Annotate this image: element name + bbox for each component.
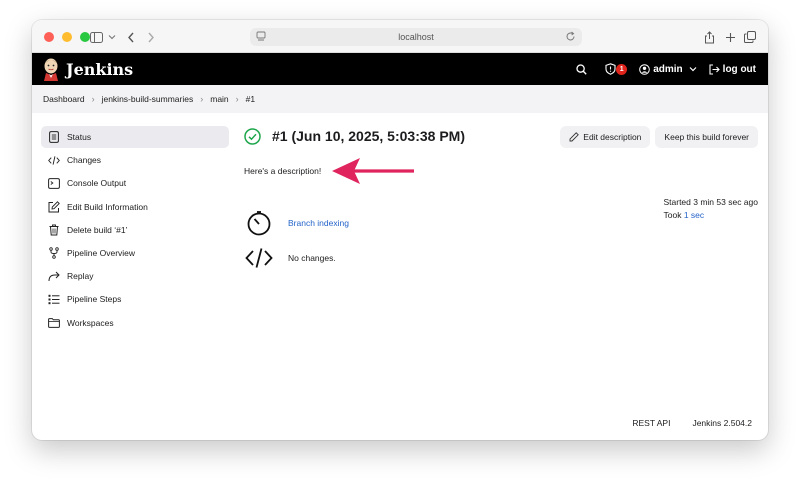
- build-title-row: #1 (Jun 10, 2025, 5:03:38 PM) Edit descr…: [244, 126, 758, 148]
- brand-name: Jenkins: [66, 59, 134, 79]
- jenkins-logo-link[interactable]: Jenkins: [42, 57, 133, 81]
- jenkins-version-link[interactable]: Jenkins 2.504.2: [692, 418, 752, 428]
- sidebar-item-status[interactable]: Status: [41, 126, 229, 148]
- started-text: Started 3 min 53 sec ago: [663, 197, 758, 207]
- new-tab-icon[interactable]: [722, 29, 738, 45]
- address-bar[interactable]: localhost: [250, 28, 582, 46]
- tabs-overview-icon[interactable]: [742, 29, 758, 45]
- chevron-right-icon: ›: [235, 94, 239, 104]
- footer: REST API Jenkins 2.504.2: [632, 418, 752, 428]
- trash-icon: [48, 224, 60, 236]
- duration-text: Took 1 sec: [663, 209, 758, 222]
- branch-indexing-link[interactable]: Branch indexing: [288, 218, 349, 228]
- logout-icon: [709, 63, 720, 75]
- list-icon: [48, 293, 60, 305]
- sidebar-item-workspaces[interactable]: Workspaces: [41, 312, 229, 334]
- shield-icon: [605, 63, 616, 75]
- timer-icon: [244, 210, 274, 236]
- sidebar-item-label: Changes: [67, 155, 102, 166]
- sidebar-item-label: Pipeline Overview: [67, 247, 136, 258]
- logout-label: log out: [722, 63, 756, 75]
- sidebar-toggle-icon[interactable]: [88, 29, 104, 45]
- pencil-icon: [569, 132, 580, 142]
- share-icon[interactable]: [701, 29, 717, 45]
- user-menu[interactable]: admin: [639, 63, 697, 75]
- annotation-arrow-icon: [332, 158, 414, 184]
- edit-icon: [48, 200, 60, 213]
- sidebar-item-console-output[interactable]: Console Output: [41, 172, 229, 194]
- keep-build-forever-label: Keep this build forever: [664, 132, 749, 142]
- logout-link[interactable]: log out: [709, 64, 756, 75]
- security-monitor-button[interactable]: 1: [605, 63, 628, 75]
- sidebar-item-delete-build[interactable]: Delete build ‘#1’: [41, 219, 229, 241]
- breadcrumb-branch[interactable]: main: [210, 94, 228, 104]
- page-icon: [256, 31, 266, 44]
- no-changes-text: No changes.: [288, 253, 336, 263]
- branch-icon: [48, 247, 60, 259]
- jenkins-butler-icon: [44, 58, 58, 81]
- sidebar-item-label: Pipeline Steps: [67, 294, 122, 305]
- build-cause-row: Branch indexing: [244, 210, 349, 236]
- chevron-down-icon[interactable]: [104, 29, 120, 45]
- sidebar-item-edit-build-information[interactable]: Edit Build Information: [41, 196, 229, 218]
- took-label: Took: [663, 210, 682, 220]
- user-icon: [639, 63, 651, 75]
- breadcrumb-job[interactable]: jenkins-build-summaries: [102, 94, 194, 104]
- reload-icon[interactable]: [565, 31, 576, 44]
- chevron-right-icon: ›: [200, 94, 204, 104]
- rest-api-link[interactable]: REST API: [632, 418, 670, 428]
- folder-icon: [48, 317, 60, 329]
- sidebar-item-label: Console Output: [67, 178, 127, 189]
- sidebar-item-label: Status: [67, 132, 92, 142]
- browser-window: localhost Jenkins 1 admin log out Dashbo…: [32, 20, 768, 440]
- success-check-icon: [244, 128, 261, 150]
- chevron-right-icon: ›: [91, 94, 95, 104]
- window-controls: [44, 32, 90, 42]
- keep-build-forever-button[interactable]: Keep this build forever: [655, 126, 758, 148]
- security-count-badge: 1: [616, 63, 628, 75]
- sidebar-item-label: Replay: [67, 271, 94, 282]
- breadcrumb: Dashboard › jenkins-build-summaries › ma…: [32, 85, 768, 113]
- code-icon: [48, 154, 60, 166]
- edit-description-label: Edit description: [583, 132, 642, 142]
- main-content: #1 (Jun 10, 2025, 5:03:38 PM) Edit descr…: [244, 126, 758, 268]
- breadcrumb-dashboard[interactable]: Dashboard: [43, 94, 85, 104]
- build-timing: Started 3 min 53 sec ago Took 1 sec: [663, 196, 758, 222]
- browser-toolbar: localhost: [32, 20, 768, 53]
- close-window-button[interactable]: [44, 32, 54, 42]
- sidebar-item-replay[interactable]: Replay: [41, 265, 229, 287]
- sidebar-item-changes[interactable]: Changes: [41, 149, 229, 171]
- sidebar-item-label: Edit Build Information: [67, 201, 148, 212]
- terminal-icon: [48, 177, 60, 189]
- sidebar-item-pipeline-steps[interactable]: Pipeline Steps: [41, 288, 229, 310]
- sidebar-item-pipeline-overview[interactable]: Pipeline Overview: [41, 242, 229, 264]
- duration-link[interactable]: 1 sec: [684, 210, 704, 220]
- back-icon[interactable]: [123, 29, 139, 45]
- sidebar-item-label: Delete build ‘#1’: [67, 224, 128, 235]
- replay-icon: [48, 270, 60, 282]
- search-icon: [576, 63, 587, 75]
- code-icon: [244, 245, 274, 271]
- search-button[interactable]: [576, 63, 587, 75]
- breadcrumb-build[interactable]: #1: [246, 94, 255, 104]
- page-title: #1 (Jun 10, 2025, 5:03:38 PM): [272, 128, 465, 144]
- jenkins-header: Jenkins 1 admin log out: [32, 53, 768, 85]
- changes-row: No changes.: [244, 245, 336, 271]
- status-icon: [48, 131, 60, 143]
- forward-icon[interactable]: [143, 29, 159, 45]
- build-description: Here's a description!: [244, 166, 322, 176]
- sidebar-item-label: Workspaces: [67, 317, 114, 328]
- url-text: localhost: [398, 32, 434, 42]
- edit-description-button[interactable]: Edit description: [560, 126, 651, 148]
- minimize-window-button[interactable]: [62, 32, 72, 42]
- chevron-down-icon: [689, 67, 697, 72]
- sidebar: Status Changes Console Output Edit Build…: [41, 126, 229, 335]
- user-name: admin: [653, 63, 683, 75]
